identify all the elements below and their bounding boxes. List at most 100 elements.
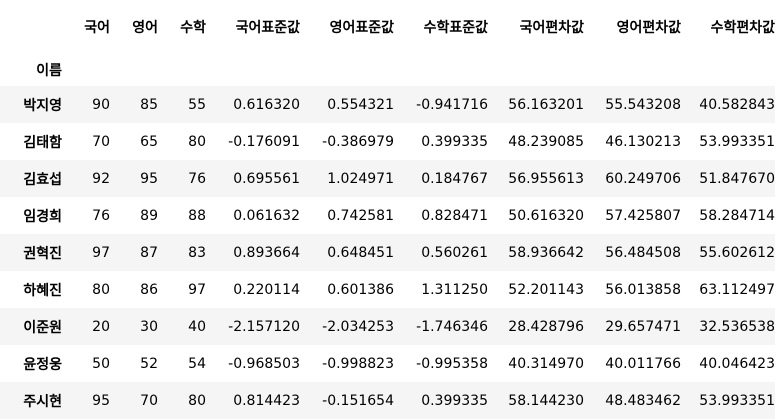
index-name-header: 이름 — [36, 63, 62, 79]
table-cell: 56.163201 — [508, 96, 584, 113]
table-cell: 0.814423 — [233, 392, 300, 409]
table-cell: 63.112497 — [699, 281, 775, 298]
table-cell: 1.024971 — [327, 170, 394, 187]
table-cell: 48.483462 — [605, 392, 681, 409]
table-cell: 40.314970 — [508, 355, 584, 372]
table-cell: 55.602612 — [699, 244, 775, 261]
table-row: 임경희 76 89 88 0.061632 0.742581 0.828471 50.6163… — [0, 197, 775, 234]
table-cell: 0.695561 — [233, 170, 300, 187]
table-cell: 46.130213 — [605, 133, 681, 150]
table-cell: 40.582843 — [699, 96, 775, 113]
row-index-label: 김태함 — [23, 134, 62, 151]
table-cell: 92 — [92, 170, 110, 187]
table-cell: 0.601386 — [327, 281, 394, 298]
table-cell: 80 — [188, 133, 206, 150]
table-cell: 52.201143 — [508, 281, 584, 298]
table-row: 이준원 20 30 40 -2.157120 -2.034253 -1.746346 28.4… — [0, 308, 775, 345]
table-cell: 54 — [188, 355, 206, 372]
table-cell: 87 — [140, 244, 158, 261]
table-cell: 55 — [188, 96, 206, 113]
table-cell: 58.936642 — [508, 244, 584, 261]
table-cell: 0.616320 — [233, 96, 300, 113]
table-cell: -0.386979 — [322, 133, 394, 150]
table-cell: 76 — [188, 170, 206, 187]
table-cell: 30 — [140, 318, 158, 335]
row-index-label: 하혜진 — [23, 282, 62, 299]
column-header-row: 국어 영어 수학 국어표준값 영어표준값 수학표준값 국어편차값 영어편차값 수… — [0, 0, 775, 54]
table-cell: 56.955613 — [508, 170, 584, 187]
index-name-row: 이름 — [0, 54, 775, 86]
table-cell: -1.746346 — [416, 318, 488, 335]
table-cell: 58.284714 — [699, 207, 775, 224]
table-cell: -0.995358 — [416, 355, 488, 372]
table-cell: 70 — [140, 392, 158, 409]
table-row: 주시현 95 70 80 0.814423 -0.151654 0.399335 58.144… — [0, 382, 775, 419]
table-cell: 65 — [140, 133, 158, 150]
table-cell: -0.176091 — [228, 133, 300, 150]
table-cell: 57.425807 — [605, 207, 681, 224]
table-cell: 29.657471 — [605, 318, 681, 335]
column-header: 수학표준값 — [423, 20, 488, 36]
table-cell: -0.151654 — [322, 392, 394, 409]
table-cell: -2.157120 — [228, 318, 300, 335]
table-cell: 80 — [92, 281, 110, 298]
table-cell: 97 — [92, 244, 110, 261]
table-cell: 80 — [188, 392, 206, 409]
table-cell: 50 — [92, 355, 110, 372]
row-index-label: 박지영 — [23, 97, 62, 114]
table-cell: 48.239085 — [508, 133, 584, 150]
table-cell: 0.648451 — [327, 244, 394, 261]
table-body: 박지영 90 85 55 0.616320 0.554321 -0.941716 56.163… — [0, 86, 775, 419]
column-header: 국어표준값 — [235, 20, 300, 36]
table-row: 김효섭 92 95 76 0.695561 1.024971 0.184767 56.9556… — [0, 160, 775, 197]
table-row: 김태함 70 65 80 -0.176091 -0.386979 0.399335 48.23… — [0, 123, 775, 160]
table-cell: 95 — [92, 392, 110, 409]
table-cell: 40.011766 — [605, 355, 681, 372]
row-index-label: 이준원 — [23, 319, 62, 336]
table-cell: 55.543208 — [605, 96, 681, 113]
table-cell: 1.311250 — [421, 281, 488, 298]
table-cell: -0.941716 — [416, 96, 488, 113]
row-index-label: 윤정웅 — [23, 356, 62, 373]
table-cell: 20 — [92, 318, 110, 335]
table-cell: 0.399335 — [421, 392, 488, 409]
dataframe-table: 국어 영어 수학 국어표준값 영어표준값 수학표준값 국어편차값 영어편차값 수… — [0, 0, 775, 419]
index-corner-cell — [0, 0, 62, 54]
table-cell: 0.220114 — [233, 281, 300, 298]
table-cell: 86 — [140, 281, 158, 298]
column-header: 국어 — [84, 20, 110, 36]
table-cell: 0.742581 — [327, 207, 394, 224]
table-cell: 51.847670 — [699, 170, 775, 187]
table-cell: 0.184767 — [421, 170, 488, 187]
table-cell: 0.828471 — [421, 207, 488, 224]
table-cell: 58.144230 — [508, 392, 584, 409]
table-row: 권혁진 97 87 83 0.893664 0.648451 0.560261 58.9366… — [0, 234, 775, 271]
table-cell: 0.560261 — [421, 244, 488, 261]
table-cell: 89 — [140, 207, 158, 224]
row-index-label: 임경희 — [23, 208, 62, 225]
table-cell: 90 — [92, 96, 110, 113]
table-cell: 76 — [92, 207, 110, 224]
table-cell: 0.893664 — [233, 244, 300, 261]
row-index-label: 주시현 — [23, 393, 62, 410]
table-cell: 53.993351 — [699, 392, 775, 409]
table-cell: 28.428796 — [508, 318, 584, 335]
column-header: 영어표준값 — [329, 20, 394, 36]
table-cell: 88 — [188, 207, 206, 224]
column-header: 수학편차값 — [710, 20, 775, 36]
table-cell: 40 — [188, 318, 206, 335]
table-cell: -0.968503 — [228, 355, 300, 372]
table-cell: 32.536538 — [699, 318, 775, 335]
table-cell: 0.399335 — [421, 133, 488, 150]
table-cell: 0.061632 — [233, 207, 300, 224]
table-cell: 53.993351 — [699, 133, 775, 150]
column-header: 국어편차값 — [519, 20, 584, 36]
table-cell: -0.998823 — [322, 355, 394, 372]
column-header: 영어편차값 — [616, 20, 681, 36]
table-cell: 50.616320 — [508, 207, 584, 224]
column-header: 영어 — [132, 20, 158, 36]
column-header: 수학 — [180, 20, 206, 36]
table-cell: -2.034253 — [322, 318, 394, 335]
table-cell: 70 — [92, 133, 110, 150]
table-cell: 0.554321 — [327, 96, 394, 113]
